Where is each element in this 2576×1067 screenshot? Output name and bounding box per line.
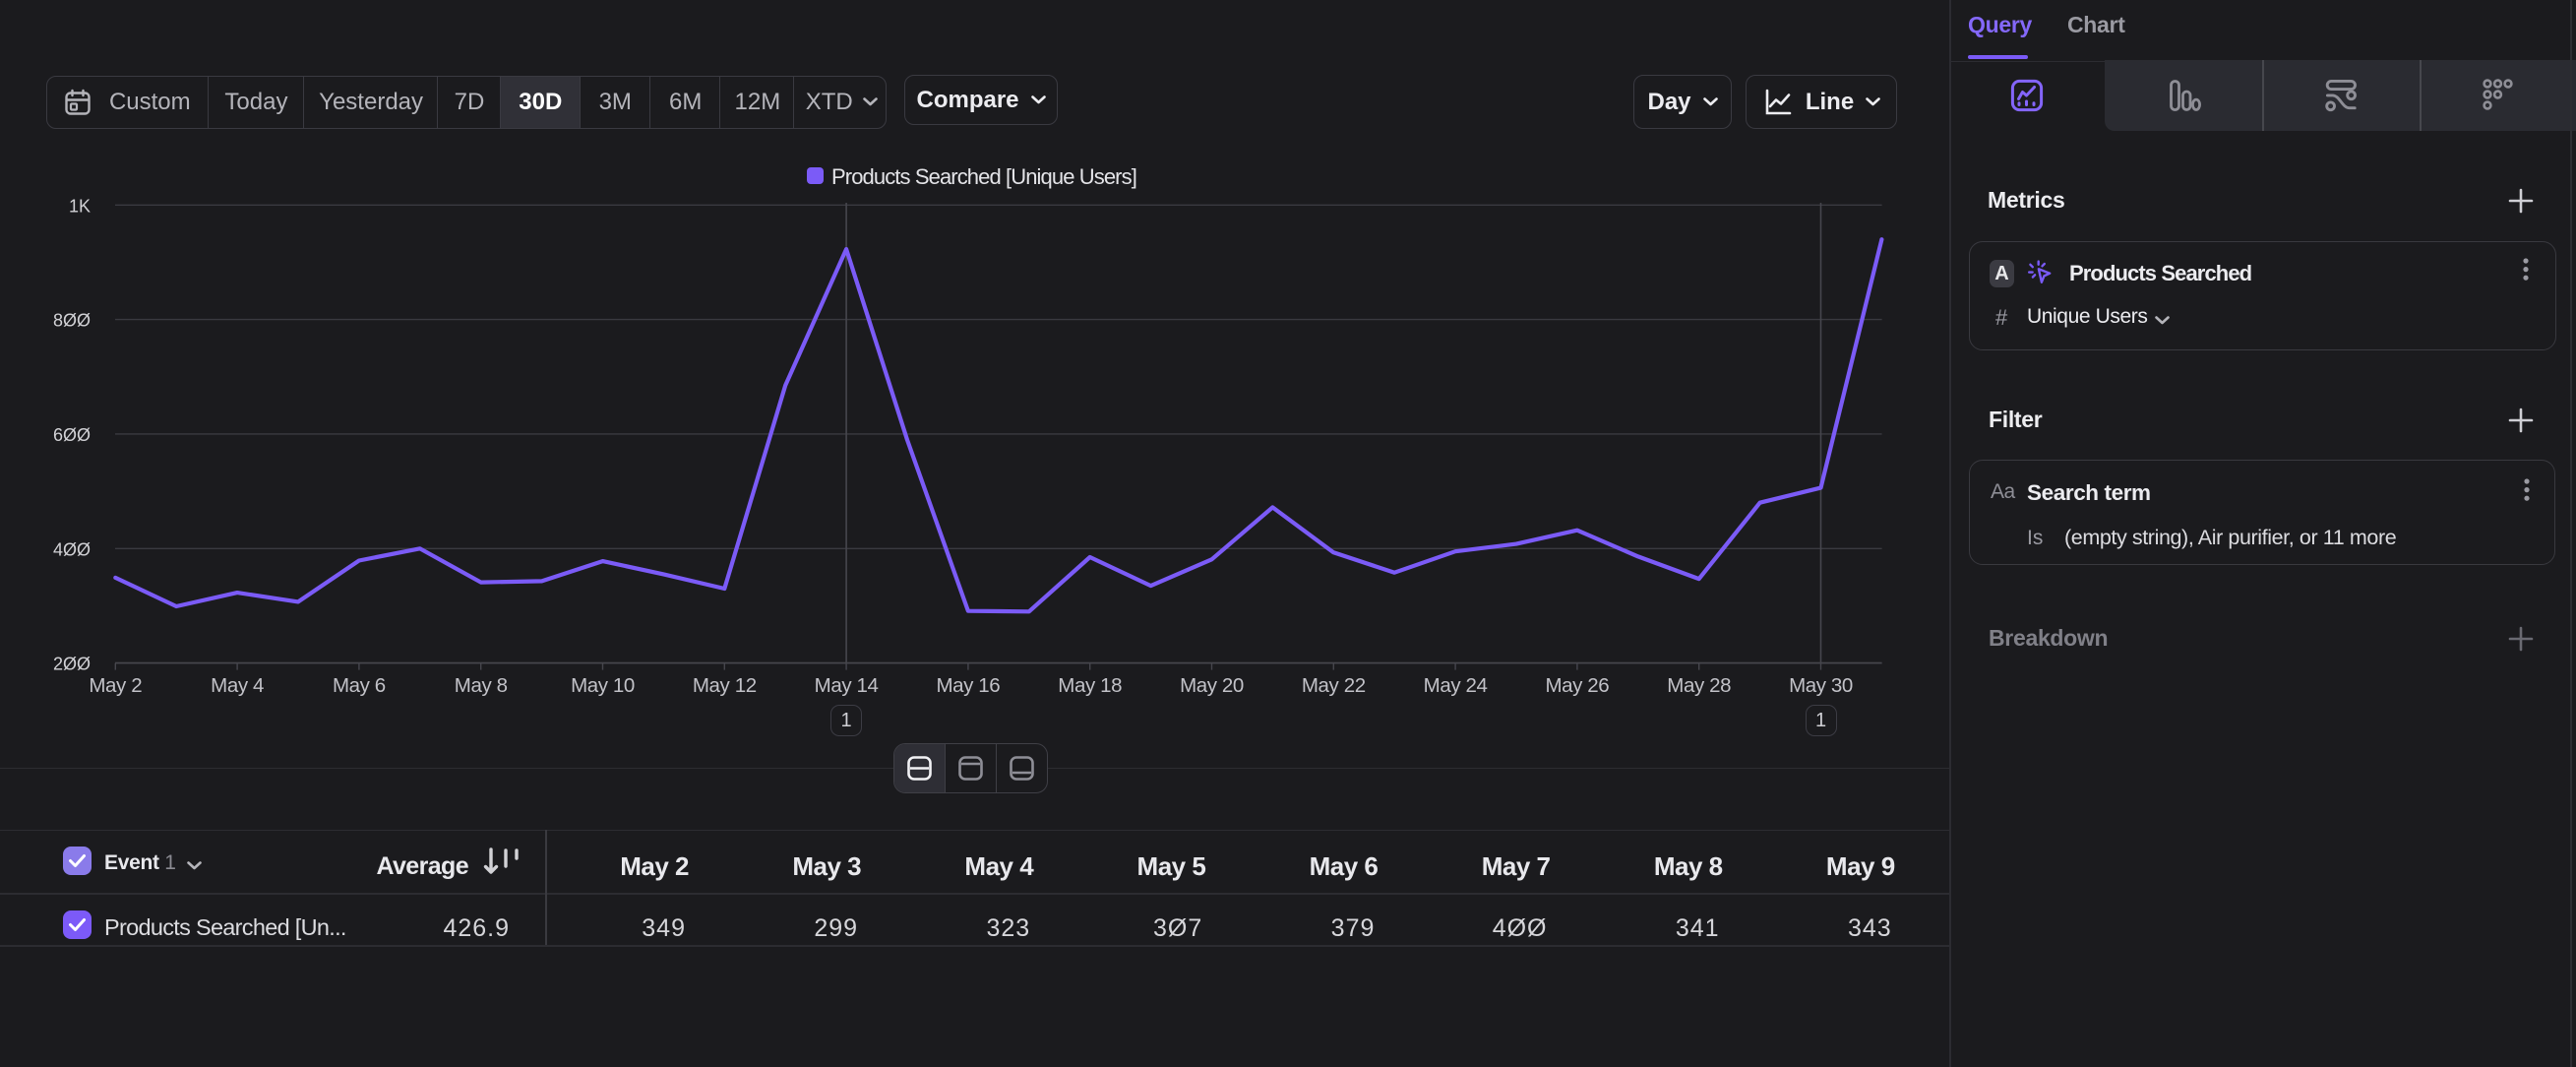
svg-text:May 24: May 24	[1424, 674, 1488, 697]
svg-text:May 6: May 6	[333, 674, 386, 697]
svg-text:2ØØ: 2ØØ	[53, 655, 91, 674]
svg-text:8ØØ: 8ØØ	[53, 311, 91, 331]
svg-text:May 20: May 20	[1180, 674, 1244, 697]
svg-text:May 12: May 12	[693, 674, 757, 697]
svg-text:May 22: May 22	[1302, 674, 1366, 697]
svg-text:1K: 1K	[69, 196, 91, 216]
svg-text:May 30: May 30	[1789, 674, 1853, 697]
svg-text:4ØØ: 4ØØ	[53, 539, 91, 559]
svg-text:May 14: May 14	[815, 674, 879, 697]
svg-text:May 8: May 8	[455, 674, 508, 697]
svg-text:May 16: May 16	[936, 674, 1000, 697]
svg-text:May 2: May 2	[89, 674, 142, 697]
svg-text:May 28: May 28	[1667, 674, 1731, 697]
svg-text:May 10: May 10	[571, 674, 635, 697]
svg-text:May 4: May 4	[211, 674, 264, 697]
svg-text:May 26: May 26	[1545, 674, 1609, 697]
svg-text:May 18: May 18	[1058, 674, 1122, 697]
svg-text:6ØØ: 6ØØ	[53, 425, 91, 445]
